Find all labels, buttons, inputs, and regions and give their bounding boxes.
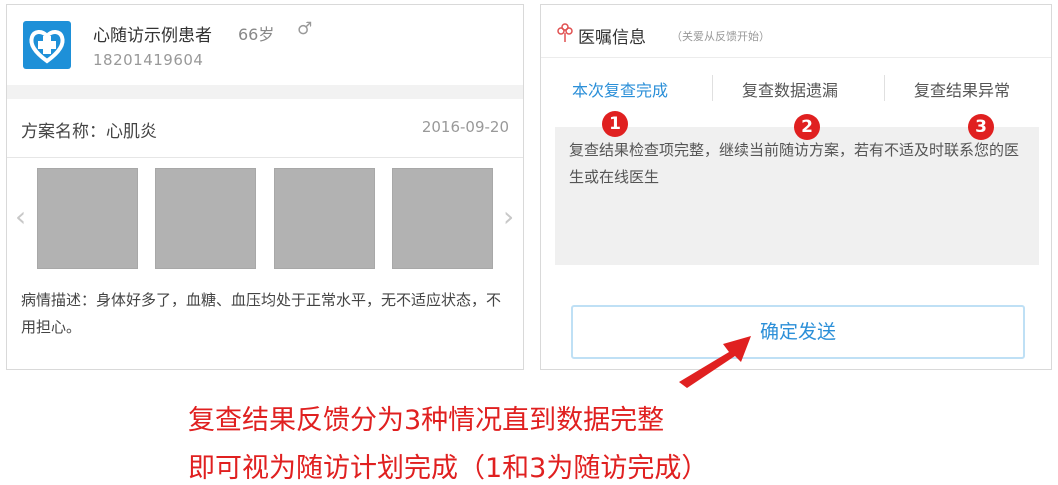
app-logo-icon xyxy=(23,21,71,69)
advice-subtitle: （关爱从反馈开始） xyxy=(671,30,770,43)
option-result-abnormal[interactable]: 复查结果异常 xyxy=(914,77,1010,101)
condition-description: 病情描述：身体好多了，血糖、血压均处于正常水平，无不适应状态，不用担心。 xyxy=(21,291,502,336)
annotation-caption-line-1: 复查结果反馈分为3种情况直到数据完整 xyxy=(188,405,665,436)
number-badge-2: 2 xyxy=(794,114,820,140)
message-textarea[interactable]: 复查结果检查项完整，继续当前随访方案，若有不适及时联系您的医生或在线医生 xyxy=(555,127,1039,265)
flower-icon xyxy=(557,23,573,42)
patient-age: 66岁 xyxy=(238,25,275,44)
annotation-arrow-icon xyxy=(679,336,751,388)
divider xyxy=(7,157,523,158)
divider xyxy=(541,57,1051,58)
option-separator xyxy=(712,75,713,101)
plan-name: 方案名称：心肌炎 xyxy=(21,122,157,142)
advice-panel: 医嘱信息 （关爱从反馈开始） 本次复查完成 复查数据遗漏 复查结果异常 复查结果… xyxy=(540,4,1052,370)
option-review-complete[interactable]: 本次复查完成 xyxy=(572,77,668,101)
patient-phone: 18201419604 xyxy=(93,51,204,69)
chevron-right-icon[interactable]: › xyxy=(503,203,514,231)
annotation-caption-line-2: 即可视为随访计划完成（1和3为随访完成） xyxy=(188,453,709,484)
option-separator xyxy=(884,75,885,101)
number-badge-1: 1 xyxy=(602,111,628,137)
chevron-left-icon[interactable]: ‹ xyxy=(15,203,26,231)
image-thumbnail[interactable] xyxy=(37,168,138,269)
plan-date: 2016-09-20 xyxy=(421,118,509,136)
patient-name: 心随访示例患者 xyxy=(93,26,212,46)
image-thumbnail[interactable] xyxy=(274,168,375,269)
message-text: 复查结果检查项完整，继续当前随访方案，若有不适及时联系您的医生或在线医生 xyxy=(569,141,1020,186)
image-thumbnail[interactable] xyxy=(392,168,493,269)
patient-card: 心随访示例患者 66岁 ♂ 18201419604 方案名称：心肌炎 2016-… xyxy=(6,4,524,370)
section-divider xyxy=(7,85,523,99)
advice-title: 医嘱信息 xyxy=(578,28,646,48)
option-data-missing[interactable]: 复查数据遗漏 xyxy=(742,77,838,101)
image-thumbnail[interactable] xyxy=(155,168,256,269)
male-gender-icon: ♂ xyxy=(297,19,313,39)
confirm-send-button[interactable]: 确定发送 xyxy=(571,305,1025,359)
number-badge-3: 3 xyxy=(968,114,994,140)
